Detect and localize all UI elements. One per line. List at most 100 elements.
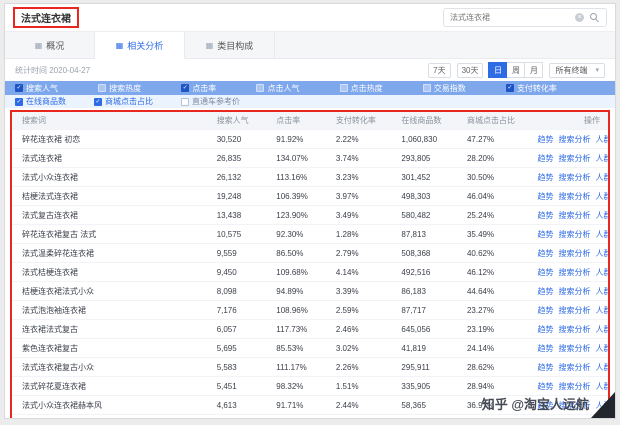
metric-cell: 295,911 [393, 357, 459, 377]
action-audience-analysis-link[interactable]: 人群分析 [596, 192, 608, 201]
action-search-analysis-link[interactable]: 搜索分析 [559, 287, 591, 296]
tab-related-analysis[interactable]: ▦ 相关分析 [95, 32, 185, 59]
metric-cell: 86.50% [268, 243, 328, 263]
action-trend-link[interactable]: 趋势 [538, 154, 554, 163]
action-search-analysis-link[interactable]: 搜索分析 [559, 249, 591, 258]
metric-cell: 35.49% [458, 224, 525, 244]
action-trend-link[interactable]: 趋势 [538, 344, 554, 353]
metric-cell: 2.44% [327, 395, 394, 415]
granularity-day-button[interactable]: 日 [488, 62, 508, 78]
action-audience-analysis-link[interactable]: 人群分析 [596, 382, 608, 391]
action-search-analysis-link[interactable]: 搜索分析 [559, 192, 591, 201]
tab-category-composition[interactable]: ▦ 类目构成 [185, 32, 275, 58]
keyword-cell: 紫色连衣裙复古 [12, 338, 209, 358]
column-header-1: 搜索人气 [208, 112, 269, 130]
action-trend-link[interactable]: 趋势 [538, 192, 554, 201]
action-audience-analysis-link[interactable]: 人群分析 [596, 344, 608, 353]
action-trend-link[interactable]: 趋势 [538, 268, 554, 277]
keyword-cell: 法式复古连衣裙 [12, 205, 209, 225]
metric-cell: 2.22% [327, 129, 394, 149]
action-audience-analysis-link[interactable]: 人群分析 [596, 363, 608, 372]
action-trend-link[interactable]: 趋势 [538, 249, 554, 258]
range-30d-button[interactable]: 30天 [456, 62, 484, 78]
action-trend-link[interactable]: 趋势 [538, 173, 554, 182]
metric-cell: 5,583 [208, 357, 269, 377]
action-audience-analysis-link[interactable]: 人群分析 [596, 268, 608, 277]
tab-overview-label: 概况 [46, 40, 65, 51]
metric-cell: 13,438 [208, 205, 269, 225]
tab-overview[interactable]: ▦ 概况 [5, 32, 95, 58]
metric-cell: 2.46% [327, 319, 394, 339]
action-audience-analysis-link[interactable]: 人群分析 [596, 325, 608, 334]
checkbox-checked-icon: ✓ [181, 84, 190, 92]
action-search-analysis-link[interactable]: 搜索分析 [559, 325, 591, 334]
table-row: 法式小众连衣裙赫本风 4,613 91.71% 2.44% 58,365 36.97% 趋势… [12, 395, 608, 415]
action-trend-link[interactable]: 趋势 [538, 382, 554, 391]
metric-cell: 5,695 [208, 338, 269, 358]
table-row: 法式碎花夏连衣裙 5,451 98.32% 1.51% 335,905 28.94% 趋势搜… [12, 376, 608, 396]
related-analysis-tab-icon: ▦ [115, 40, 124, 50]
filter-label: 支付转化率 [516, 83, 557, 93]
action-audience-analysis-link[interactable]: 人群分析 [596, 287, 608, 296]
search-icon[interactable] [589, 12, 600, 23]
actions-cell: 趋势搜索分析人群分析 [524, 414, 608, 418]
action-audience-analysis-link[interactable]: 人群分析 [596, 211, 608, 220]
filter-checkbox-row1-5[interactable]: 交易指数 [422, 83, 466, 94]
search-input[interactable]: 法式连衣裙 × [443, 8, 607, 27]
action-search-analysis-link[interactable]: 搜索分析 [559, 344, 591, 353]
action-search-analysis-link[interactable]: 搜索分析 [559, 230, 591, 239]
metric-cell: 117.73% [268, 319, 328, 339]
action-search-analysis-link[interactable]: 搜索分析 [559, 173, 591, 182]
chevron-down-icon: ▾ [595, 67, 599, 74]
action-trend-link[interactable]: 趋势 [538, 211, 554, 220]
action-audience-analysis-link[interactable]: 人群分析 [596, 401, 608, 410]
action-trend-link[interactable]: 趋势 [538, 401, 554, 410]
action-trend-link[interactable]: 趋势 [538, 135, 554, 144]
actions-cell: 趋势搜索分析人群分析 [524, 281, 608, 301]
filter-checkbox-row1-4[interactable]: 点击热度 [339, 83, 383, 94]
granularity-week-button[interactable]: 周 [506, 62, 526, 78]
action-search-analysis-link[interactable]: 搜索分析 [559, 306, 591, 315]
filter-checkbox-row1-3[interactable]: 点击人气 [256, 83, 299, 94]
filter-checkbox-row1-1[interactable]: 搜索热度 [98, 83, 141, 94]
action-trend-link[interactable]: 趋势 [538, 287, 554, 296]
actions-cell: 趋势搜索分析人群分析 [524, 395, 608, 415]
table-row: 紫色连衣裙复古 5,695 85.53% 3.02% 41,819 24.14% 趋势 搜索分… [12, 338, 608, 358]
filter-row-1: ✓ 搜索人气 搜索热度 ✓ 点击率 点击人气 点击热度 交易指数 ✓ 支付转化率 [5, 81, 615, 95]
terminal-select[interactable]: 所有终端 ▾ [549, 62, 605, 78]
page-title: 法式连衣裙 [21, 14, 71, 25]
action-search-analysis-link[interactable]: 搜索分析 [559, 401, 591, 410]
action-audience-analysis-link[interactable]: 人群分析 [596, 230, 608, 239]
keyword-cell: 碎花连衣裙复古 法式 [12, 224, 209, 244]
action-search-analysis-link[interactable]: 搜索分析 [559, 382, 591, 391]
action-trend-link[interactable]: 趋势 [538, 306, 554, 315]
table-row: 法式连衣裙复古小众 5,583 111.17% 2.26% 295,911 28.62% 趋… [12, 357, 608, 377]
action-trend-link[interactable]: 趋势 [538, 230, 554, 239]
filter-checkbox-row2-2[interactable]: 直通车参考价 [181, 96, 240, 107]
filter-checkbox-row2-0[interactable]: ✓ 在线商品数 [15, 96, 66, 107]
action-search-analysis-link[interactable]: 搜索分析 [559, 268, 591, 277]
filter-checkbox-row2-1[interactable]: ✓ 商城点击占比 [94, 96, 153, 107]
clear-icon[interactable]: × [575, 13, 584, 22]
action-search-analysis-link[interactable]: 搜索分析 [559, 154, 591, 163]
granularity-month-button[interactable]: 月 [524, 62, 544, 78]
action-search-analysis-link[interactable]: 搜索分析 [559, 211, 591, 220]
action-search-analysis-link[interactable]: 搜索分析 [559, 135, 591, 144]
range-7d-button[interactable]: 7天 [428, 62, 451, 78]
action-trend-link[interactable]: 趋势 [538, 325, 554, 334]
metric-cell: 3.19% [327, 414, 394, 418]
action-audience-analysis-link[interactable]: 人群分析 [596, 135, 608, 144]
tab-related-analysis-label: 相关分析 [127, 40, 164, 51]
action-trend-link[interactable]: 趋势 [538, 363, 554, 372]
filter-label: 点击人气 [267, 83, 300, 93]
search-input-value[interactable]: 法式连衣裙 [450, 12, 570, 23]
action-audience-analysis-link[interactable]: 人群分析 [596, 173, 608, 182]
filter-checkbox-row1-0[interactable]: ✓ 搜索人气 [15, 83, 58, 94]
filter-checkbox-row1-2[interactable]: ✓ 点击率 [181, 83, 216, 94]
action-audience-analysis-link[interactable]: 人群分析 [596, 249, 608, 258]
column-header-5: 商城点击占比 [458, 112, 525, 130]
action-audience-analysis-link[interactable]: 人群分析 [596, 154, 608, 163]
action-search-analysis-link[interactable]: 搜索分析 [559, 363, 591, 372]
action-audience-analysis-link[interactable]: 人群分析 [596, 306, 608, 315]
filter-checkbox-row1-6[interactable]: ✓ 支付转化率 [505, 83, 557, 94]
